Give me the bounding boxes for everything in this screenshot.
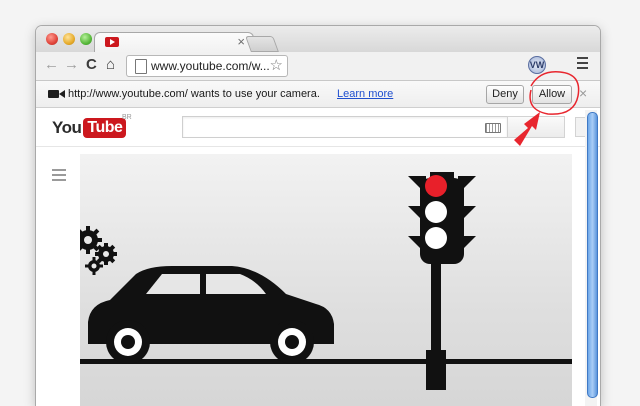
browser-tab[interactable]: ×	[94, 32, 254, 53]
scrollbar-thumb[interactable]	[587, 112, 598, 398]
permission-message: http://www.youtube.com/ wants to use you…	[68, 88, 320, 100]
keyboard-icon[interactable]	[485, 123, 501, 133]
page-icon	[135, 59, 147, 74]
bookmark-star-icon[interactable]: ☆	[270, 56, 283, 74]
infobar-close-icon[interactable]: ×	[579, 85, 587, 101]
region-label: BR	[122, 114, 132, 121]
youtube-search-button[interactable]	[507, 116, 565, 138]
title-bar: ×	[36, 26, 600, 53]
green-light	[425, 227, 447, 249]
reload-icon[interactable]: C	[86, 56, 97, 73]
youtube-favicon-icon	[105, 37, 119, 47]
deny-button[interactable]: Deny	[486, 85, 524, 104]
new-tab-button[interactable]	[245, 36, 279, 52]
red-light	[425, 175, 447, 197]
close-window-button[interactable]	[46, 33, 58, 45]
chrome-menu-icon[interactable]	[577, 57, 588, 72]
home-icon[interactable]: ⌂	[106, 56, 115, 73]
car-silhouette	[88, 266, 334, 364]
address-bar[interactable]: www.youtube.com/w... ☆	[126, 55, 288, 77]
guide-menu-icon[interactable]	[52, 169, 66, 184]
road-line	[80, 359, 572, 364]
minimize-window-button[interactable]	[63, 33, 75, 45]
youtube-logo[interactable]: You Tube	[52, 118, 127, 138]
back-icon[interactable]: ←	[44, 56, 59, 73]
logo-tube: Tube	[83, 118, 127, 138]
video-frame-illustration	[80, 172, 572, 390]
learn-more-link[interactable]: Learn more	[337, 88, 393, 100]
logo-you: You	[52, 118, 82, 137]
camera-icon	[48, 90, 65, 98]
youtube-header: You Tube BR	[36, 108, 600, 147]
gears-icon	[80, 226, 117, 275]
zoom-window-button[interactable]	[80, 33, 92, 45]
browser-window: × ← → C ⌂ www.youtube.com/w... ☆ VW http…	[36, 26, 600, 406]
allow-button[interactable]: Allow	[532, 85, 572, 104]
tab-close-icon[interactable]: ×	[237, 34, 245, 49]
traffic-light	[408, 172, 476, 390]
url-text[interactable]: www.youtube.com/w...	[151, 59, 270, 73]
forward-icon[interactable]: →	[64, 56, 79, 73]
vw-extension-icon[interactable]: VW	[528, 56, 546, 74]
browser-toolbar: ← → C ⌂ www.youtube.com/w... ☆ VW	[36, 52, 600, 81]
yellow-light	[425, 201, 447, 223]
youtube-search-input[interactable]	[182, 116, 508, 138]
camera-permission-infobar: http://www.youtube.com/ wants to use you…	[36, 81, 600, 108]
video-player[interactable]	[80, 154, 572, 406]
